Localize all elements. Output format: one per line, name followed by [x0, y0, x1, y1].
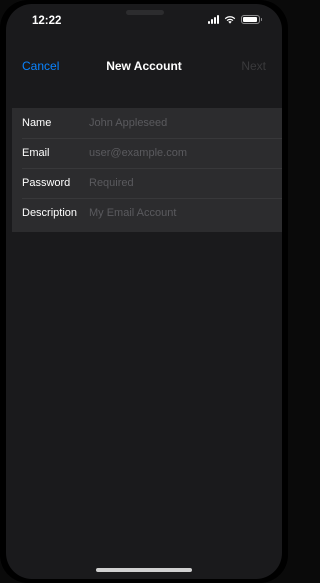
- phone-frame: 12:22 Cancel New Account Next Name John …: [0, 0, 288, 583]
- status-time: 12:22: [32, 15, 62, 27]
- next-button[interactable]: Next: [241, 59, 266, 73]
- screen: 12:22 Cancel New Account Next Name John …: [6, 4, 282, 579]
- description-field[interactable]: [89, 204, 274, 222]
- name-field[interactable]: [89, 114, 274, 132]
- password-field[interactable]: [89, 174, 274, 192]
- navigation-bar: Cancel New Account Next: [6, 54, 282, 78]
- status-bar: 12:22: [6, 4, 282, 40]
- battery-icon: [241, 15, 262, 24]
- form-row-description: Description: [12, 198, 282, 228]
- name-label: Name: [22, 117, 52, 129]
- description-label: Description: [22, 207, 78, 219]
- password-label: Password: [22, 177, 71, 189]
- signal-icon: [208, 15, 219, 24]
- form-row-password: Password: [12, 168, 282, 198]
- status-icons: [208, 15, 262, 24]
- form-row-email: Email: [12, 138, 282, 168]
- home-indicator[interactable]: [96, 568, 192, 572]
- form-row-name: Name: [12, 108, 282, 138]
- account-form: Name Email Password Description: [12, 108, 282, 232]
- email-field[interactable]: [89, 144, 274, 162]
- email-label: Email: [22, 147, 50, 159]
- wifi-icon: [224, 16, 236, 24]
